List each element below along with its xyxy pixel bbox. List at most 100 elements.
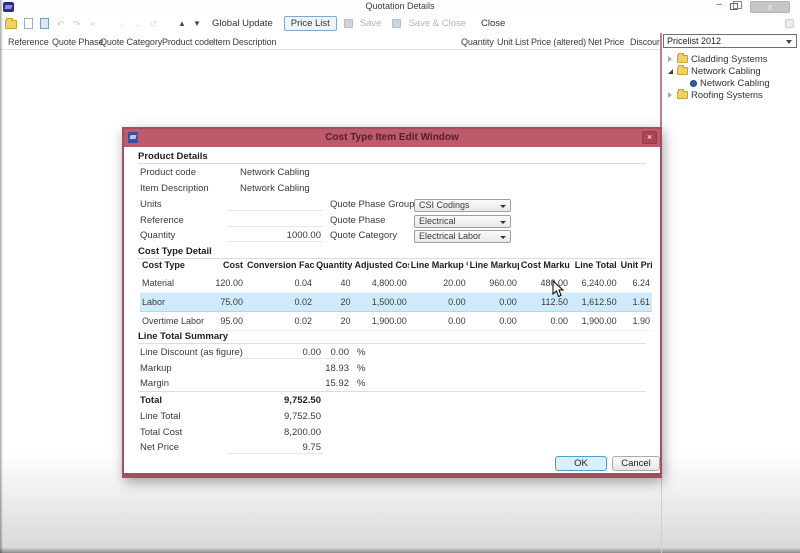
table-row-overtime-labor[interactable]: Overtime Labor 95.00 0.02 20 1,900.00 0.… xyxy=(140,312,652,331)
application-window: Quotation Details – x ↶ ↷ × ↓ ↔ ↺ ▲ ▼ Gl… xyxy=(0,0,800,553)
move-down-icon[interactable]: ▼ xyxy=(193,18,201,30)
open-folder-icon[interactable] xyxy=(5,20,17,29)
col-unit-price[interactable]: Unit Price xyxy=(619,258,652,274)
cut-icon[interactable]: ↓ xyxy=(117,18,126,30)
dialog-title: Cost Type Item Edit Window xyxy=(124,132,660,143)
quote-phase-dropdown[interactable]: Electrical xyxy=(414,215,511,228)
dialog-close-button[interactable]: × xyxy=(642,131,657,144)
product-bullet-icon xyxy=(690,80,697,87)
column-net-price[interactable]: Net Price xyxy=(588,37,624,47)
table-row-labor[interactable]: Labor 75.00 0.02 20 1,500.00 0.00 0.00 1… xyxy=(140,293,652,312)
panel-divider-lower xyxy=(661,478,662,553)
pricelist-dropdown[interactable]: Pricelist 2012 xyxy=(663,34,797,48)
reference-label: Reference xyxy=(140,215,184,226)
undo-icon[interactable]: ↶ xyxy=(56,18,65,30)
units-field[interactable] xyxy=(227,199,323,211)
chevron-down-icon xyxy=(500,236,506,239)
column-product-code[interactable]: Product code xyxy=(162,37,214,47)
column-reference[interactable]: Reference xyxy=(8,37,49,47)
delete-icon[interactable]: × xyxy=(88,18,97,30)
toolbar: ↶ ↷ × ↓ ↔ ↺ ▲ ▼ Global Update Price List… xyxy=(0,14,800,33)
tree-item-cladding-systems[interactable]: Cladding Systems xyxy=(666,53,798,65)
column-discount[interactable]: Discount % xyxy=(630,37,661,47)
chevron-down-icon xyxy=(786,40,792,44)
column-unit-list-price[interactable]: Unit List Price (altered) xyxy=(497,37,586,47)
quantity-label: Quantity xyxy=(140,230,175,241)
move-up-icon[interactable]: ▲ xyxy=(178,18,186,30)
units-label: Units xyxy=(140,199,162,210)
expander-collapsed-icon[interactable] xyxy=(666,92,674,98)
save-button[interactable]: Save xyxy=(356,17,386,30)
ok-button[interactable]: OK xyxy=(555,456,607,471)
folder-icon xyxy=(677,67,688,75)
expander-collapsed-icon[interactable] xyxy=(666,56,674,62)
save-close-icon xyxy=(392,19,401,28)
product-code-label: Product code xyxy=(140,167,196,178)
new-document-icon[interactable] xyxy=(24,18,33,29)
net-price-label: Net Price xyxy=(140,442,179,453)
col-quantity[interactable]: Quantity xyxy=(314,258,352,274)
window-title: Quotation Details xyxy=(0,1,800,11)
section-product-details: Product Details xyxy=(138,151,208,162)
copy-icon[interactable]: ↔ xyxy=(133,18,142,30)
quote-category-value: Electrical Labor xyxy=(419,231,481,241)
column-quantity[interactable]: Quantity xyxy=(461,37,494,47)
col-conversion-factor[interactable]: Conversion Factor xyxy=(245,258,314,274)
tree-item-label: Cladding Systems xyxy=(691,54,768,65)
chevron-down-icon xyxy=(500,205,506,208)
chevron-down-icon xyxy=(500,221,506,224)
quote-category-label: Quote Category xyxy=(330,230,397,241)
window-titlebar: Quotation Details – x xyxy=(0,0,800,14)
line-total-value: 9,752.50 xyxy=(227,411,323,423)
save-and-close-button[interactable]: Save & Close xyxy=(404,17,470,30)
reference-field[interactable] xyxy=(227,215,323,227)
markup-value: 18.93 xyxy=(325,363,351,375)
table-row-material[interactable]: Material 120.00 0.04 40 4,800.00 20.00 9… xyxy=(140,274,652,293)
tree-item-network-cabling[interactable]: Network Cabling xyxy=(666,65,798,77)
item-description-value: Network Cabling xyxy=(240,183,310,194)
quantity-field[interactable]: 1000.00 xyxy=(227,230,323,242)
markup-label: Markup xyxy=(140,363,172,374)
quote-phase-value: Electrical xyxy=(419,216,456,226)
folder-icon xyxy=(677,91,688,99)
minimize-button[interactable]: – xyxy=(716,0,722,10)
quote-phase-group-value: CSI Codings xyxy=(419,200,470,210)
column-quote-category[interactable]: Quote Category xyxy=(100,37,162,47)
cost-type-table: Cost Type Cost Conversion Factor Quantit… xyxy=(140,258,652,331)
refresh-icon[interactable]: ↺ xyxy=(149,18,158,30)
price-list-button[interactable]: Price List xyxy=(284,16,337,31)
total-cost-value: 8,200.00 xyxy=(227,427,323,439)
quote-category-dropdown[interactable]: Electrical Labor xyxy=(414,230,511,243)
copy-document-icon[interactable] xyxy=(40,18,49,29)
global-update-button[interactable]: Global Update xyxy=(208,17,277,30)
total-value: 9,752.50 xyxy=(227,395,323,407)
col-cost[interactable]: Cost xyxy=(204,258,245,274)
net-price-field[interactable]: 9.75 xyxy=(227,442,323,454)
percent-sign: % xyxy=(357,363,365,374)
close-window-button[interactable]: x xyxy=(750,1,790,13)
redo-icon[interactable]: ↷ xyxy=(72,18,81,30)
column-quote-phase[interactable]: Quote Phase xyxy=(52,37,103,47)
close-button[interactable]: Close xyxy=(477,17,509,30)
section-cost-type-detail: Cost Type Detail xyxy=(138,246,212,257)
tree-item-network-cabling-product[interactable]: Network Cabling xyxy=(666,77,798,89)
col-line-markup[interactable]: Line Markup xyxy=(468,258,519,274)
cost-table-header-row: Cost Type Cost Conversion Factor Quantit… xyxy=(140,258,652,274)
panel-pin-icon[interactable] xyxy=(785,19,794,28)
col-line-markup-pct[interactable]: Line Markup % xyxy=(409,258,468,274)
col-cost-type[interactable]: Cost Type xyxy=(140,258,204,274)
line-discount-field[interactable]: 0.00 xyxy=(227,347,323,359)
column-item-description[interactable]: Item Description xyxy=(213,37,276,47)
cost-type-item-edit-dialog: Cost Type Item Edit Window × Product Det… xyxy=(122,127,662,478)
restore-button[interactable] xyxy=(730,3,738,10)
col-cost-markup[interactable]: Cost Markup xyxy=(519,258,570,274)
col-line-total[interactable]: Line Total xyxy=(570,258,619,274)
quote-phase-group-dropdown[interactable]: CSI Codings xyxy=(414,199,511,212)
col-adjusted-cost[interactable]: Adjusted Cost xyxy=(352,258,408,274)
pricelist-tree: Cladding Systems Network Cabling Network… xyxy=(666,53,798,101)
tree-item-roofing-systems[interactable]: Roofing Systems xyxy=(666,89,798,101)
line-discount-pct-field[interactable]: 0.00 xyxy=(325,347,351,359)
expander-expanded-icon[interactable] xyxy=(666,69,674,74)
cancel-button[interactable]: Cancel xyxy=(612,456,660,471)
margin-label: Margin xyxy=(140,378,169,389)
